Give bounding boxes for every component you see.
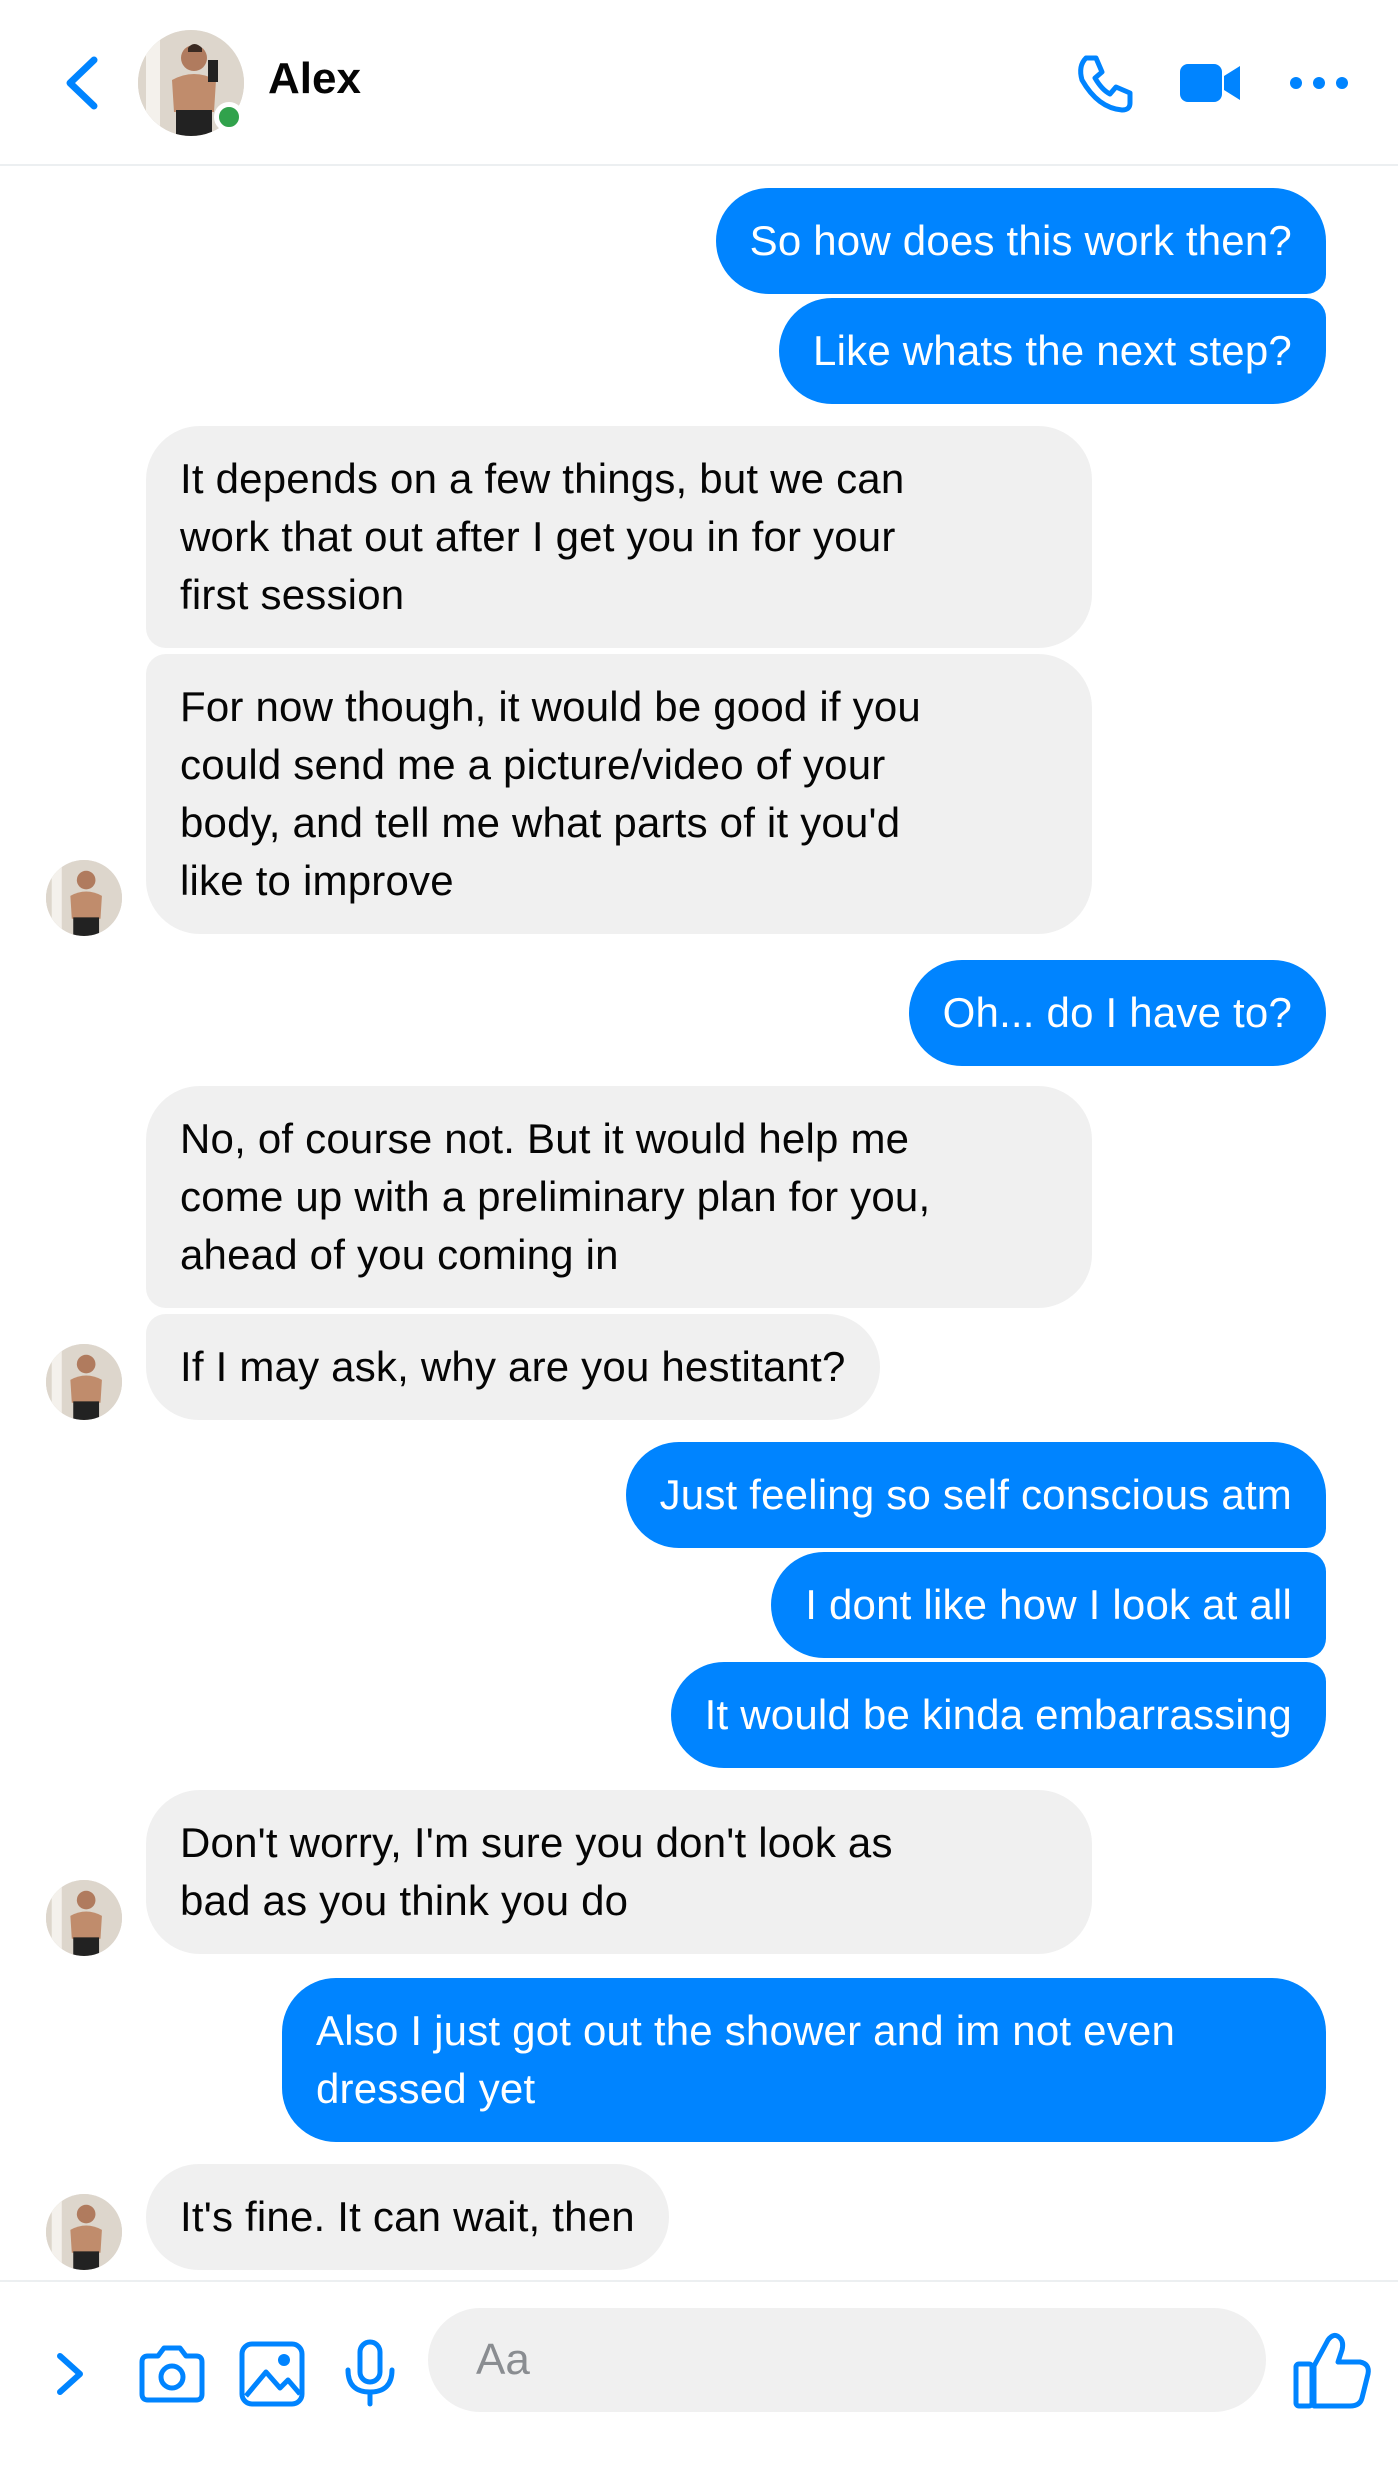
message-line: bad as you think you do [180,1877,629,1924]
message-line: It depends on a few things, but we can [180,455,905,502]
sender-avatar[interactable] [46,1880,122,1956]
more-horizontal-icon [1290,77,1348,89]
chevron-right-icon [57,2353,83,2395]
image-icon [239,2341,305,2407]
message-line: body, and tell me what parts of it you'd [180,799,901,846]
microphone-icon [345,2339,395,2407]
video-camera-icon [1180,64,1240,102]
outgoing-message[interactable]: It would be kinda embarrassing [670,1662,1326,1768]
contact-name[interactable]: Alex [268,54,361,104]
message-text: Oh... do I have to? [942,989,1292,1036]
phone-icon [1078,55,1133,113]
gallery-button[interactable] [236,2338,308,2410]
message-line: Also I just got out the shower and im no… [316,2007,1176,2054]
outgoing-message[interactable]: So how does this work then? [715,188,1326,294]
outgoing-message[interactable]: Also I just got out the shower and im no… [282,1978,1326,2142]
message-line: For now though, it would be good if you [180,683,921,730]
sender-avatar[interactable] [46,2194,122,2270]
incoming-message[interactable]: No, of course not. But it would help me … [146,1086,1092,1308]
incoming-message[interactable]: Don't worry, I'm sure you don't look as … [146,1790,1092,1954]
outgoing-message[interactable]: I dont like how I look at all [771,1552,1326,1658]
camera-icon [139,2345,205,2403]
message-text: If I may ask, why are you hestitant? [180,1343,846,1390]
sender-avatar[interactable] [46,860,122,936]
audio-call-button[interactable] [1072,50,1138,116]
person-photo-icon [46,1344,122,1420]
camera-button[interactable] [136,2338,208,2410]
message-text: I dont like how I look at all [805,1581,1292,1628]
message-line: like to improve [180,857,454,904]
message-input[interactable] [428,2308,1266,2412]
more-options-button[interactable] [1286,50,1352,116]
message-line: ahead of you coming in [180,1231,619,1278]
outgoing-message[interactable]: Oh... do I have to? [908,960,1326,1066]
message-line: could send me a picture/video of your [180,741,886,788]
outgoing-message[interactable]: Just feeling so self conscious atm [625,1442,1326,1548]
message-text: Just feeling so self conscious atm [659,1471,1292,1518]
message-line: dressed yet [316,2065,536,2112]
person-photo-icon [46,2194,122,2270]
incoming-message[interactable]: It's fine. It can wait, then [146,2164,669,2270]
outgoing-message[interactable]: Like whats the next step? [779,298,1326,404]
message-line: first session [180,571,405,618]
incoming-message[interactable]: If I may ask, why are you hestitant? [146,1314,880,1420]
person-photo-icon [46,1880,122,1956]
message-text: So how does this work then? [749,217,1292,264]
video-call-button[interactable] [1178,50,1244,116]
message-line: No, of course not. But it would help me [180,1115,910,1162]
sender-avatar[interactable] [46,1344,122,1420]
chat-header: Alex [0,0,1398,166]
chat-screen: Alex So how does this work then? Like wh… [0,0,1398,2486]
like-button[interactable] [1290,2328,1374,2412]
contact-avatar[interactable] [138,30,244,136]
back-button[interactable] [56,50,112,116]
incoming-message[interactable]: For now though, it would be good if you … [146,654,1092,934]
message-composer [0,2280,1398,2486]
message-line: Don't worry, I'm sure you don't look as [180,1819,893,1866]
message-text: It would be kinda embarrassing [704,1691,1292,1738]
voice-message-button[interactable] [334,2338,406,2410]
chevron-left-icon [66,56,98,110]
message-line: come up with a preliminary plan for you, [180,1173,931,1220]
message-text: Like whats the next step? [813,327,1292,374]
message-line: work that out after I get you in for you… [180,513,896,560]
online-status-indicator [214,102,244,132]
expand-actions-button[interactable] [34,2338,106,2410]
incoming-message[interactable]: It depends on a few things, but we can w… [146,426,1092,648]
thumbs-up-icon [1293,2332,1371,2409]
message-text: It's fine. It can wait, then [180,2193,635,2240]
person-photo-icon [46,860,122,936]
